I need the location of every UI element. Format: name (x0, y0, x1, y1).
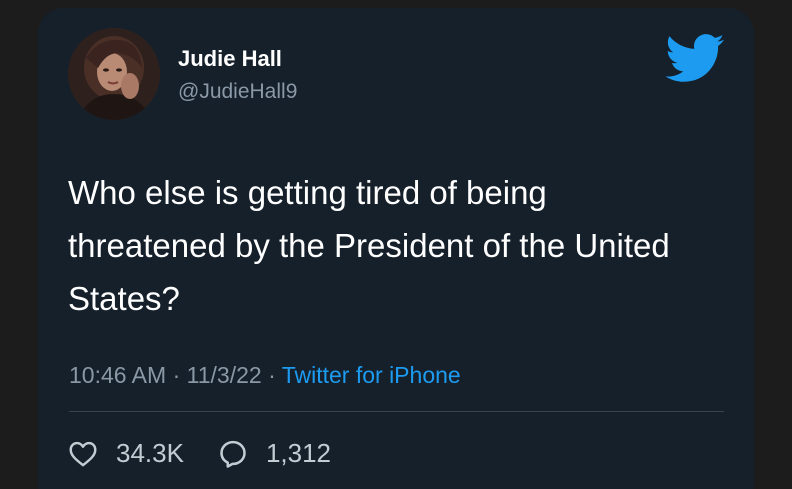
tweet-card: Judie Hall @JudieHall9 Who else is getti… (38, 8, 754, 489)
reply-button[interactable]: 1,312 (218, 438, 331, 469)
engagement-bar: 34.3K 1,312 (68, 438, 365, 469)
divider (69, 411, 724, 412)
reply-count: 1,312 (265, 438, 332, 468)
speech-bubble-icon (220, 440, 246, 468)
user-handle[interactable]: @JudieHall9 (178, 80, 297, 104)
tweet-time[interactable]: 10:46 AM (69, 362, 166, 388)
meta-separator: · (268, 362, 276, 388)
tweet-date[interactable]: 11/3/22 (187, 362, 262, 388)
tweet-text: Who else is getting tired of being threa… (68, 174, 670, 317)
avatar-photo (68, 28, 160, 120)
twitter-bird-icon (665, 34, 725, 82)
like-count: 34.3K (116, 438, 184, 468)
avatar[interactable] (68, 28, 160, 120)
tweet-source-link[interactable]: Twitter for iPhone (282, 362, 461, 388)
screenshot: Judie Hall @JudieHall9 Who else is getti… (0, 0, 792, 489)
like-button[interactable]: 34.3K (68, 438, 184, 469)
display-name[interactable]: Judie Hall (178, 46, 282, 72)
heart-icon (69, 441, 97, 467)
meta-separator: · (172, 362, 181, 388)
tweet-metadata: 10:46 AM · 11/3/22 · Twitter for iPhone (69, 362, 461, 389)
